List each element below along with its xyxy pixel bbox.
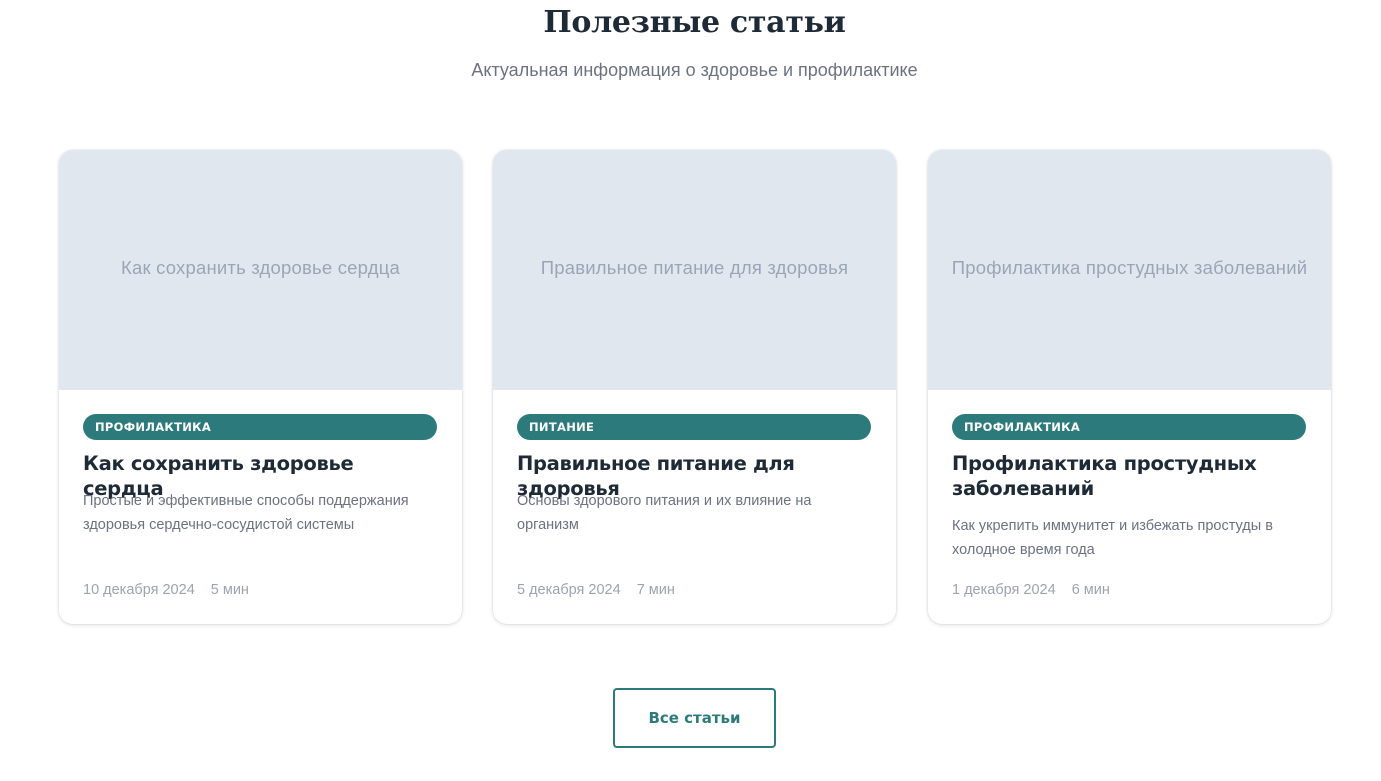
article-date: 1 декабря 2024: [952, 582, 1056, 598]
article-image-alt-text: Профилактика простудных заболеваний: [951, 257, 1308, 278]
article-read-time: 5 мин: [210, 582, 249, 598]
article-read-time: 6 мин: [1071, 582, 1110, 598]
article-category-tag: ПРОФИЛАКТИКА: [83, 414, 437, 440]
article-card[interactable]: Правильное питание для здоровья ПИТАНИЕ …: [493, 150, 896, 624]
article-image-placeholder[interactable]: Профилактика простудных заболеваний: [928, 150, 1331, 390]
articles-section: Полезные статьи Актуальная информация о …: [0, 0, 1381, 781]
article-meta: 10 декабря 2024 5 мин: [83, 578, 249, 602]
article-meta: 5 декабря 2024 7 мин: [517, 578, 675, 602]
article-date: 10 декабря 2024: [83, 582, 195, 598]
section-title: Полезные статьи: [543, 5, 846, 40]
article-description: Простые и эффективные способы поддержани…: [83, 493, 409, 533]
article-title[interactable]: Профилактика простудных заболеваний: [952, 451, 1306, 501]
article-category-tag: ПИТАНИЕ: [517, 414, 871, 440]
all-articles-button[interactable]: Все статьи: [613, 688, 776, 748]
article-image-alt-text: Как сохранить здоровье сердца: [121, 257, 400, 278]
article-read-time: 7 мин: [636, 582, 675, 598]
article-card[interactable]: Профилактика простудных заболеваний ПРОФ…: [928, 150, 1331, 624]
article-category-tag: ПРОФИЛАКТИКА: [952, 414, 1306, 440]
article-meta: 1 декабря 2024 6 мин: [952, 578, 1110, 602]
article-image-alt-text: Правильное питание для здоровья: [540, 257, 849, 278]
article-image-placeholder[interactable]: Как сохранить здоровье сердца: [59, 150, 462, 390]
article-date: 5 декабря 2024: [517, 582, 621, 598]
article-description: Основы здорового питания и их влияние на…: [517, 493, 812, 533]
section-subtitle: Актуальная информация о здоровье и профи…: [471, 60, 918, 80]
article-image-placeholder[interactable]: Правильное питание для здоровья: [493, 150, 896, 390]
article-description: Как укрепить иммунитет и избежать просту…: [952, 518, 1273, 558]
article-card[interactable]: Как сохранить здоровье сердца ПРОФИЛАКТИ…: [59, 150, 462, 624]
